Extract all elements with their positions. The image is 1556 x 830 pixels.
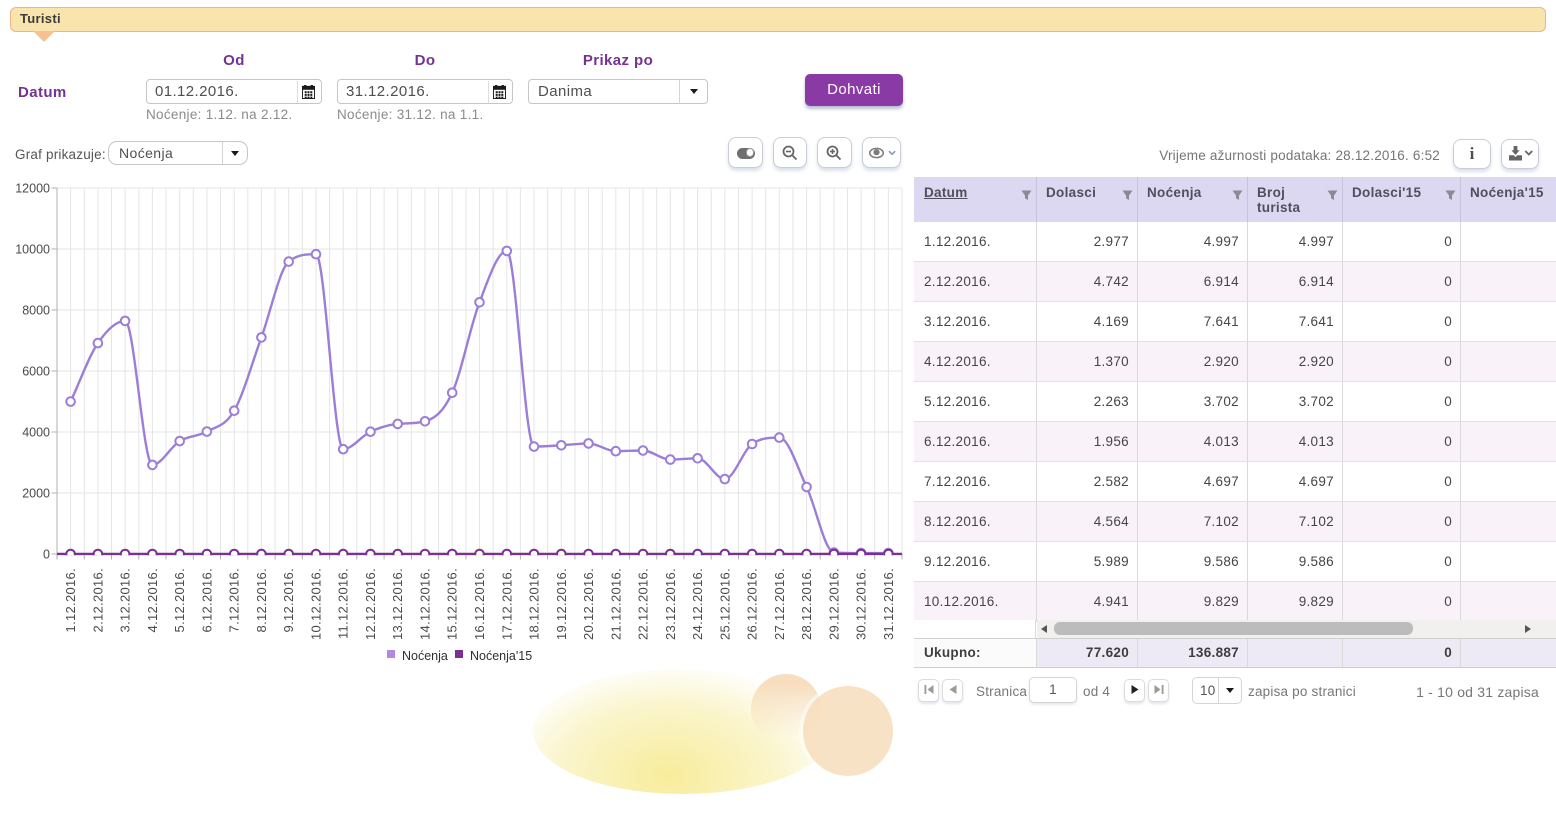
svg-text:30.12.2016.: 30.12.2016. xyxy=(854,568,869,640)
svg-text:10.12.2016.: 10.12.2016. xyxy=(309,568,324,640)
svg-text:27.12.2016.: 27.12.2016. xyxy=(772,568,787,640)
svg-text:17.12.2016.: 17.12.2016. xyxy=(499,568,514,640)
svg-text:8.12.2016.: 8.12.2016. xyxy=(254,568,269,632)
svg-text:2.12.2016.: 2.12.2016. xyxy=(90,568,105,632)
svg-text:4000: 4000 xyxy=(22,426,50,440)
svg-text:8000: 8000 xyxy=(22,304,50,318)
svg-text:2000: 2000 xyxy=(22,487,50,501)
svg-text:31.12.2016.: 31.12.2016. xyxy=(881,568,896,640)
svg-text:1.12.2016.: 1.12.2016. xyxy=(63,568,78,632)
svg-text:13.12.2016.: 13.12.2016. xyxy=(390,568,405,640)
svg-text:24.12.2016.: 24.12.2016. xyxy=(690,568,705,640)
svg-text:3.12.2016.: 3.12.2016. xyxy=(118,568,133,632)
svg-text:12.12.2016.: 12.12.2016. xyxy=(363,568,378,640)
svg-text:23.12.2016.: 23.12.2016. xyxy=(663,568,678,640)
svg-text:11.12.2016.: 11.12.2016. xyxy=(336,568,351,639)
svg-text:9.12.2016.: 9.12.2016. xyxy=(281,568,296,632)
svg-text:12000: 12000 xyxy=(15,182,50,196)
svg-text:19.12.2016.: 19.12.2016. xyxy=(554,568,569,640)
svg-text:0: 0 xyxy=(43,548,50,562)
svg-text:22.12.2016.: 22.12.2016. xyxy=(636,568,651,640)
svg-text:18.12.2016.: 18.12.2016. xyxy=(527,568,542,640)
svg-text:16.12.2016.: 16.12.2016. xyxy=(472,568,487,640)
svg-text:20.12.2016.: 20.12.2016. xyxy=(581,568,596,640)
svg-text:5.12.2016.: 5.12.2016. xyxy=(172,568,187,632)
svg-text:7.12.2016.: 7.12.2016. xyxy=(227,568,242,632)
svg-text:29.12.2016.: 29.12.2016. xyxy=(826,568,841,640)
svg-text:4.12.2016.: 4.12.2016. xyxy=(145,568,160,632)
svg-text:26.12.2016.: 26.12.2016. xyxy=(745,568,760,640)
svg-text:28.12.2016.: 28.12.2016. xyxy=(799,568,814,640)
svg-text:10000: 10000 xyxy=(15,243,50,257)
svg-text:6000: 6000 xyxy=(22,365,50,379)
svg-text:6.12.2016.: 6.12.2016. xyxy=(199,568,214,632)
svg-text:15.12.2016.: 15.12.2016. xyxy=(445,568,460,640)
svg-text:14.12.2016.: 14.12.2016. xyxy=(418,568,433,640)
svg-text:21.12.2016.: 21.12.2016. xyxy=(608,568,623,640)
svg-text:25.12.2016.: 25.12.2016. xyxy=(717,568,732,640)
